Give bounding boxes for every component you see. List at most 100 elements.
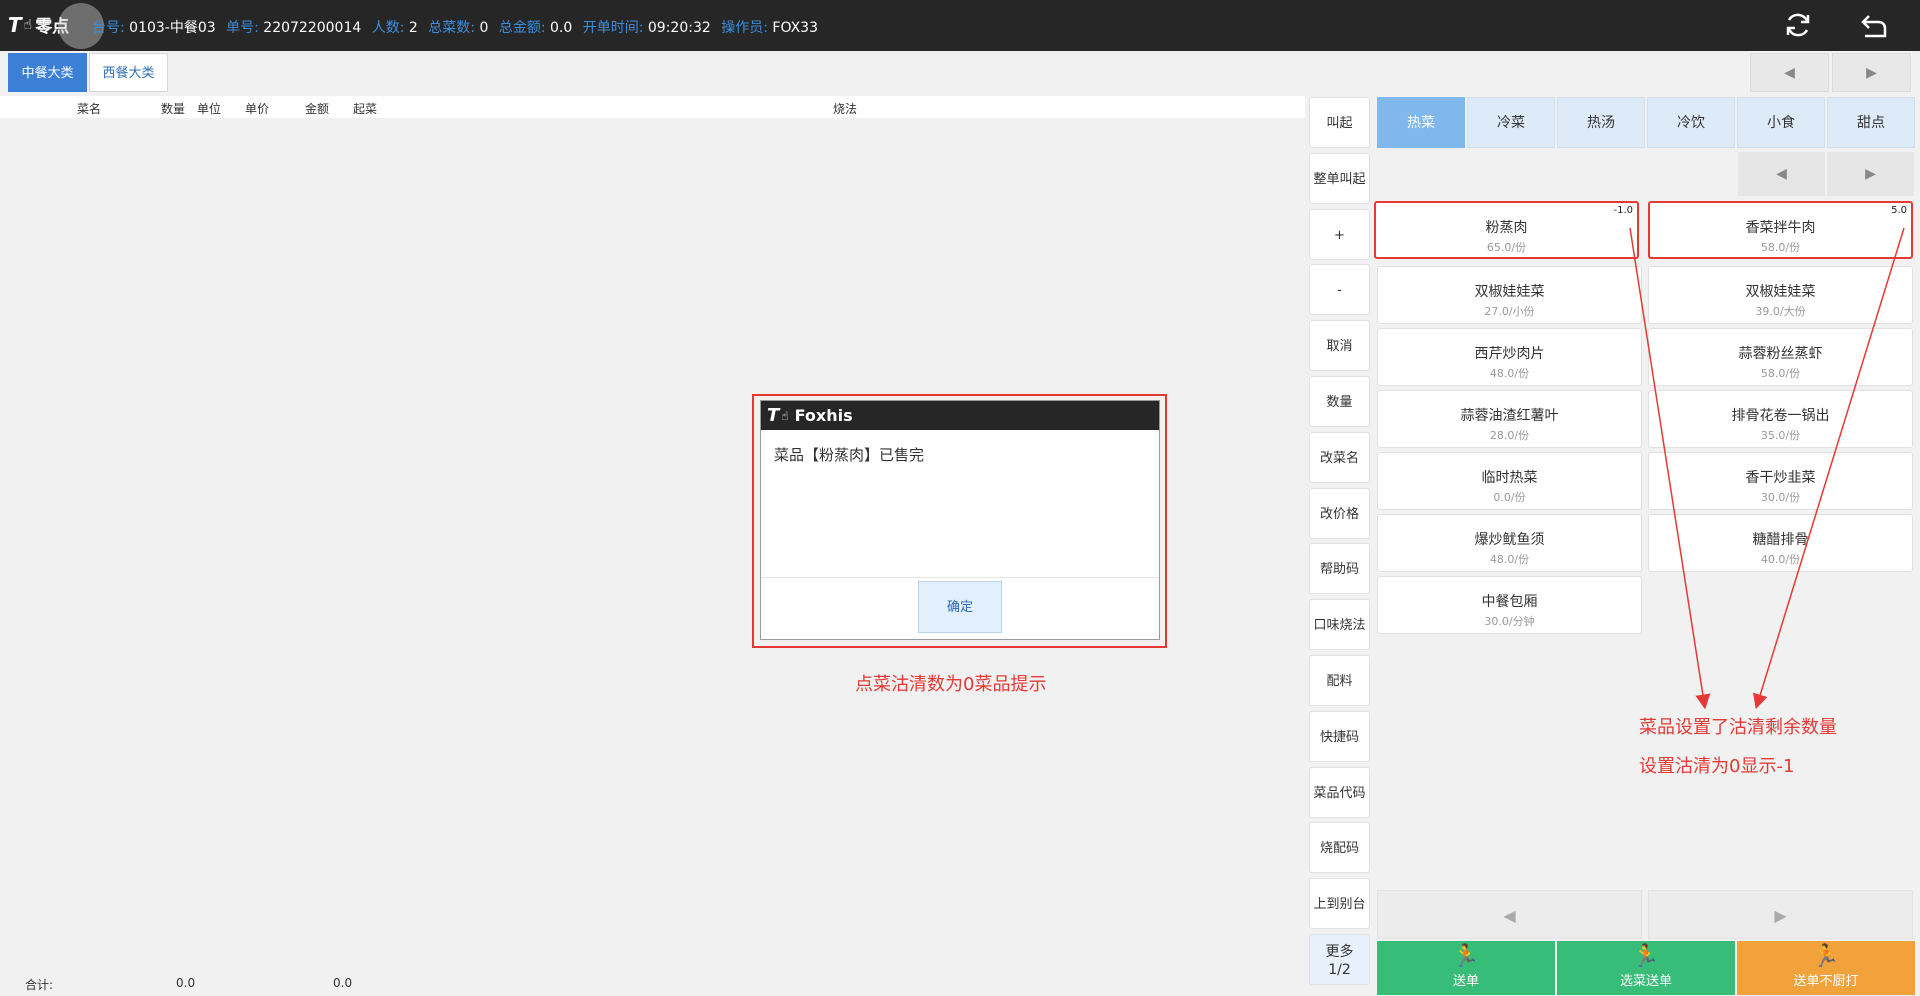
sold-out-dialog: T ☝ Foxhis 菜品【粉蒸肉】已售完 确定 [760,400,1160,640]
dish-annotation-line2: 设置沽清为0显示-1 [1639,756,1795,777]
function-button-column: 叫起 整单叫起 + - 取消 数量 改菜名 改价格 帮助码 口味烧法 配料 快捷… [1309,97,1370,990]
select-and-send-button[interactable]: 🏃 选菜送单 [1557,941,1735,995]
quantity-button[interactable]: 数量 [1309,375,1370,427]
dish-price: 65.0/份 [1486,241,1527,254]
top-bar: T ☝ 零点 台号: 0103-中餐03 单号: 22072200014 人数:… [0,0,1920,51]
order-value: 22072200014 [263,20,362,36]
dish-item[interactable]: 排骨花卷一锅出 35.0/份 [1648,390,1913,448]
dish-item[interactable]: 蒜蓉油渣红薯叶 28.0/份 [1377,390,1642,448]
tab-desserts[interactable]: 甜点 [1827,97,1915,148]
tab-hot-dishes[interactable]: 热菜 [1377,97,1465,148]
tab-cold-drinks[interactable]: 冷饮 [1647,97,1735,148]
dish-price: 58.0/份 [1760,241,1801,254]
dish-item[interactable]: 香干炒韭菜 30.0/份 [1648,452,1913,510]
soldout-remaining-badge: -1.0 [1613,205,1633,216]
tab-hot-soup[interactable]: 热汤 [1557,97,1645,148]
subcategory-prev-button[interactable]: ◀ [1738,152,1825,196]
dialog-footer: 确定 [761,577,1159,639]
transfer-table-button[interactable]: 上到别台 [1309,878,1370,930]
dish-name: 爆炒鱿鱼须 [1474,532,1545,548]
dish-item[interactable]: 爆炒鱿鱼须 48.0/份 [1377,514,1642,572]
dish-count-label: 总菜数: [428,20,475,36]
dish-price: 48.0/份 [1489,367,1530,380]
dish-item[interactable]: 临时热菜 0.0/份 [1377,452,1642,510]
tab-chinese-category[interactable]: 中餐大类 [8,53,87,92]
people-value: 2 [408,20,418,36]
send-no-kitchen-print-label: 送单不厨打 [1793,974,1859,989]
runner-icon: 🏃 [1812,944,1840,969]
dish-item[interactable]: 中餐包厢 30.0/分钟 [1377,576,1642,634]
dish-item[interactable]: 5.0 香菜拌牛肉 58.0/份 [1648,201,1913,259]
dish-name: 双椒娃娃菜 [1474,284,1545,300]
return-icon[interactable] [1858,10,1890,42]
tab-cold-dishes[interactable]: 冷菜 [1467,97,1555,148]
dish-item[interactable]: 西芹炒肉片 48.0/份 [1377,328,1642,386]
shortcut-code-button[interactable]: 快捷码 [1309,710,1370,762]
cooking-code-button[interactable]: 烧配码 [1309,822,1370,874]
dish-code-button[interactable]: 菜品代码 [1309,766,1370,818]
dish-name: 临时热菜 [1481,470,1538,486]
dish-item[interactable]: -1.0 粉蒸肉 65.0/份 [1374,201,1639,259]
dialog-annotation: 点菜沽清数为0菜品提示 [855,674,1047,695]
logo-mark-icon: T [8,12,22,37]
dish-price: 27.0/小份 [1484,305,1535,318]
send-no-kitchen-print-button[interactable]: 🏃 送单不厨打 [1737,941,1915,995]
dish-price: 28.0/份 [1489,429,1530,442]
dish-subcategory-tabs: 热菜 冷菜 热汤 冷饮 小食 甜点 [1377,97,1917,148]
more-button[interactable]: 更多 1/2 [1309,933,1370,985]
dish-prev-page-button[interactable]: ◀ [1377,890,1642,939]
increase-button[interactable]: + [1309,208,1370,260]
decrease-button[interactable]: - [1309,264,1370,316]
send-order-button[interactable]: 🏃 送单 [1377,941,1555,995]
cancel-button[interactable]: 取消 [1309,320,1370,372]
dish-name: 双椒娃娃菜 [1745,284,1816,300]
dish-name: 中餐包厢 [1481,594,1538,610]
operator-value: FOX33 [772,20,818,36]
call-up-button[interactable]: 叫起 [1309,97,1370,148]
open-time-label: 开单时间: [582,20,644,36]
hand-icon: ☝ [23,16,33,33]
hand-icon: ☝ [781,408,789,423]
dialog-title: Foxhis [794,406,853,425]
dish-name: 粉蒸肉 [1485,220,1528,236]
taste-cooking-button[interactable]: 口味烧法 [1309,599,1370,651]
runner-icon: 🏃 [1632,944,1660,969]
change-price-button[interactable]: 改价格 [1309,487,1370,539]
call-up-all-button[interactable]: 整单叫起 [1309,152,1370,204]
ingredients-button[interactable]: 配料 [1309,654,1370,706]
rename-dish-button[interactable]: 改菜名 [1309,431,1370,483]
column-quantity: 数量 [161,102,186,116]
dish-name: 西芹炒肉片 [1474,346,1545,362]
dish-name: 蒜蓉油渣红薯叶 [1460,408,1559,424]
subcategory-next-button[interactable]: ▶ [1827,152,1914,196]
category-prev-button[interactable]: ◀ [1750,53,1829,92]
dish-count-value: 0 [479,20,489,36]
category-next-button[interactable]: ▶ [1832,53,1911,92]
open-time-value: 09:20:32 [647,20,711,36]
column-unit-price: 单价 [245,102,270,116]
dialog-message: 菜品【粉蒸肉】已售完 [774,446,925,464]
dish-next-page-button[interactable]: ▶ [1648,890,1913,939]
dish-price: 58.0/份 [1760,367,1801,380]
dish-name: 蒜蓉粉丝蒸虾 [1738,346,1823,362]
total-row-amount: 0.0 [333,976,353,990]
refresh-icon[interactable] [1782,10,1814,42]
dish-item[interactable]: 糖醋排骨 40.0/份 [1648,514,1913,572]
dish-name: 香菜拌牛肉 [1745,220,1816,236]
send-order-label: 送单 [1452,974,1479,989]
dish-item[interactable]: 蒜蓉粉丝蒸虾 58.0/份 [1648,328,1913,386]
dish-price: 40.0/份 [1760,553,1801,566]
dish-item[interactable]: 双椒娃娃菜 39.0/大份 [1648,266,1913,324]
total-row-label: 合计: [25,978,54,992]
tab-snacks[interactable]: 小食 [1737,97,1825,148]
dish-name: 糖醋排骨 [1752,532,1809,548]
foxhis-logo-icon: T [767,405,780,426]
dish-price: 30.0/份 [1760,491,1801,504]
tab-western-category[interactable]: 西餐大类 [89,53,168,92]
confirm-button[interactable]: 确定 [918,581,1002,633]
order-label: 单号: [226,20,259,36]
help-code-button[interactable]: 帮助码 [1309,543,1370,595]
dish-name: 香干炒韭菜 [1745,470,1816,486]
dish-price: 35.0/份 [1760,429,1801,442]
dish-item[interactable]: 双椒娃娃菜 27.0/小份 [1377,266,1642,324]
